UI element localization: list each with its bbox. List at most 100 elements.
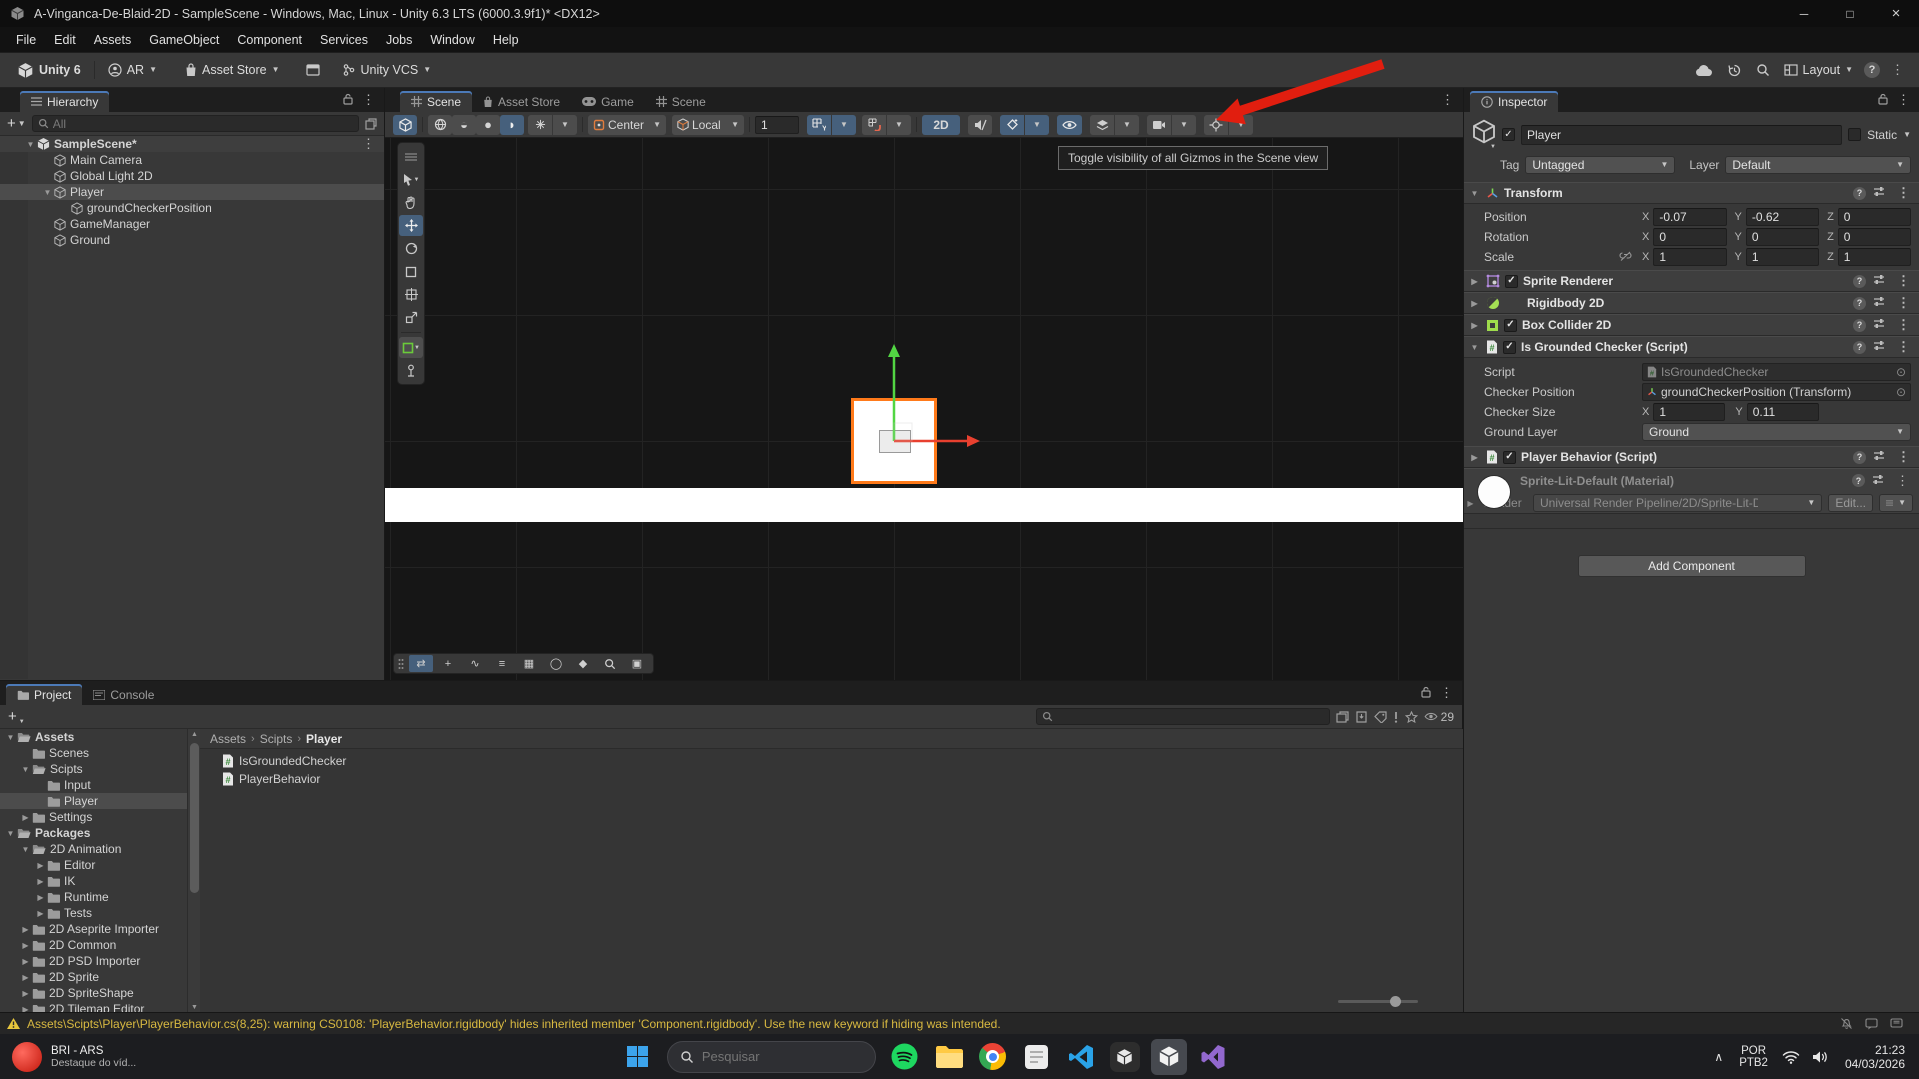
- log-icon[interactable]: [1393, 711, 1399, 723]
- project-search[interactable]: [1036, 708, 1330, 725]
- component-checkbox[interactable]: ✓: [1503, 341, 1516, 354]
- box-collider-2d-header[interactable]: ▶✓Box Collider 2D?⋮: [1464, 314, 1919, 336]
- menu-services[interactable]: Services: [311, 29, 377, 51]
- tool-settings-button[interactable]: [393, 115, 417, 135]
- help-icon[interactable]: ?: [1853, 297, 1866, 310]
- scrollbar-thumb[interactable]: [190, 743, 199, 893]
- scene-menu-icon[interactable]: ⋮: [1436, 92, 1459, 108]
- footer-orb-tool-icon[interactable]: ◯: [544, 655, 568, 672]
- taskbar-vscode[interactable]: [1059, 1034, 1103, 1079]
- hierarchy-item-groundcheckerposition[interactable]: groundCheckerPosition: [0, 200, 384, 216]
- hierarchy-item-global-light-2d[interactable]: Global Light 2D: [0, 168, 384, 184]
- ground-object[interactable]: [385, 488, 1463, 522]
- presets-icon[interactable]: [1873, 274, 1885, 288]
- expand-arrow-icon[interactable]: ▶: [19, 957, 32, 966]
- transform-scale-z-field[interactable]: 1: [1838, 248, 1911, 266]
- menu-file[interactable]: File: [7, 29, 45, 51]
- tab-scene[interactable]: Scene: [400, 91, 472, 112]
- tab-scene[interactable]: Scene: [645, 91, 717, 112]
- minimize-button[interactable]: ─: [1781, 0, 1827, 27]
- gameobject-name-field[interactable]: [1521, 125, 1842, 145]
- checker-size-x-field[interactable]: 1: [1653, 403, 1725, 421]
- taskbar-spotify[interactable]: [883, 1034, 927, 1079]
- expand-arrow-icon[interactable]: ▼: [24, 140, 37, 149]
- menu-component[interactable]: Component: [228, 29, 311, 51]
- favorite-star-icon[interactable]: [1405, 711, 1418, 723]
- taskbar-unity-hub[interactable]: [1103, 1034, 1147, 1079]
- project-folder-ik[interactable]: ▶IK: [0, 873, 187, 889]
- project-menu-icon[interactable]: ⋮: [1435, 685, 1458, 701]
- visibility-eye-icon[interactable]: [1057, 115, 1082, 135]
- script-object-field[interactable]: # IsGroundedChecker ⊙: [1642, 363, 1911, 381]
- expand-arrow-icon[interactable]: ▶: [19, 973, 32, 982]
- footer-handle-icon[interactable]: [398, 658, 404, 670]
- debug-draw-caret[interactable]: ▼: [553, 115, 577, 135]
- expand-arrow-icon[interactable]: ▶: [19, 925, 32, 934]
- mode-2d-button[interactable]: 2D: [922, 115, 960, 135]
- ground-layer-dropdown[interactable]: Ground▼: [1642, 423, 1911, 441]
- taskbar-widget[interactable]: BRI - ARS Destaque do víd...: [12, 1042, 136, 1072]
- grid-size-input[interactable]: [755, 116, 799, 134]
- object-picker-icon[interactable]: ⊙: [1896, 365, 1906, 379]
- label-icon[interactable]: [1374, 711, 1387, 723]
- add-component-button[interactable]: Add Component: [1578, 555, 1806, 577]
- console-warning-message[interactable]: Assets\Scipts\Player\PlayerBehavior.cs(8…: [27, 1017, 1001, 1031]
- presets-icon[interactable]: [1873, 296, 1885, 310]
- project-tree-scrollbar[interactable]: ▲ ▼: [187, 729, 200, 1013]
- pivot-dropdown[interactable]: Center▼: [588, 115, 666, 135]
- snap-magnet-icon[interactable]: [862, 115, 886, 135]
- project-folder-editor[interactable]: ▶Editor: [0, 857, 187, 873]
- volume-icon[interactable]: [1812, 1050, 1829, 1064]
- project-folder-player[interactable]: Player: [0, 793, 187, 809]
- component-menu-icon[interactable]: ⋮: [1892, 317, 1915, 333]
- material-list-button[interactable]: ▼: [1879, 494, 1913, 512]
- component-menu-icon[interactable]: ⋮: [1892, 449, 1915, 465]
- project-folder-2d-sprite[interactable]: ▶2D Sprite: [0, 969, 187, 985]
- unity-vcs-dropdown[interactable]: Unity VCS▼: [335, 58, 439, 82]
- hierarchy-item-main-camera[interactable]: Main Camera: [0, 152, 384, 168]
- help-icon[interactable]: ?: [1853, 341, 1866, 354]
- custom-tool-button[interactable]: [399, 360, 423, 381]
- lock-icon[interactable]: [1878, 93, 1888, 108]
- asset-isgroundedchecker[interactable]: #IsGroundedChecker: [200, 752, 1463, 770]
- taskbar-file-explorer[interactable]: [927, 1034, 971, 1079]
- help-icon[interactable]: ?: [1853, 451, 1866, 464]
- expand-arrow-icon[interactable]: ▶: [1468, 321, 1481, 330]
- wifi-icon[interactable]: [1782, 1050, 1800, 1064]
- palette-handle-icon[interactable]: [399, 146, 423, 167]
- hidden-count-toggle[interactable]: 29: [1424, 710, 1454, 724]
- history-button[interactable]: [1720, 58, 1749, 82]
- layers-icon[interactable]: [1090, 115, 1114, 135]
- transform-tool-button[interactable]: [399, 284, 423, 305]
- footer-zoom-tool-icon[interactable]: [598, 655, 622, 672]
- menu-window[interactable]: Window: [421, 29, 483, 51]
- component-menu-icon[interactable]: ⋮: [1892, 339, 1915, 355]
- expand-arrow-icon[interactable]: ▼: [19, 845, 32, 854]
- close-button[interactable]: ×: [1873, 0, 1919, 27]
- taskbar-chrome[interactable]: [971, 1034, 1015, 1079]
- component-menu-icon[interactable]: ⋮: [1891, 473, 1914, 489]
- project-folder-2d-common[interactable]: ▶2D Common: [0, 937, 187, 953]
- menu-edit[interactable]: Edit: [45, 29, 85, 51]
- footer-diamond-tool-icon[interactable]: ◆: [571, 655, 595, 672]
- transform-rotation-y-field[interactable]: 0: [1746, 228, 1819, 246]
- expand-arrow-icon[interactable]: ▼: [19, 765, 32, 774]
- hierarchy-menu-icon[interactable]: ⋮: [357, 92, 380, 108]
- icon-size-slider[interactable]: [1338, 1000, 1418, 1003]
- presets-icon[interactable]: [1873, 340, 1885, 354]
- grid-snap-caret[interactable]: ▼: [832, 115, 856, 135]
- project-folder-2d-spriteshape[interactable]: ▶2D SpriteShape: [0, 985, 187, 1001]
- draw-mode-half-icon[interactable]: ◒: [452, 115, 476, 135]
- tag-dropdown[interactable]: Untagged▼: [1525, 156, 1675, 174]
- presets-icon[interactable]: [1872, 474, 1884, 488]
- expand-arrow-icon[interactable]: ▶: [1468, 277, 1481, 286]
- footer-curve-tool-icon[interactable]: ∿: [463, 655, 487, 672]
- taskbar-unity-editor-active[interactable]: [1147, 1034, 1191, 1079]
- project-folder-settings[interactable]: ▶Settings: [0, 809, 187, 825]
- tray-expand-icon[interactable]: ∧: [1714, 1050, 1723, 1064]
- static-caret[interactable]: ▼: [1903, 131, 1911, 139]
- taskbar-search-input[interactable]: [702, 1049, 852, 1064]
- project-folder-input[interactable]: Input: [0, 777, 187, 793]
- snap-magnet-caret[interactable]: ▼: [887, 115, 911, 135]
- expand-arrow-icon[interactable]: ▶: [19, 813, 32, 822]
